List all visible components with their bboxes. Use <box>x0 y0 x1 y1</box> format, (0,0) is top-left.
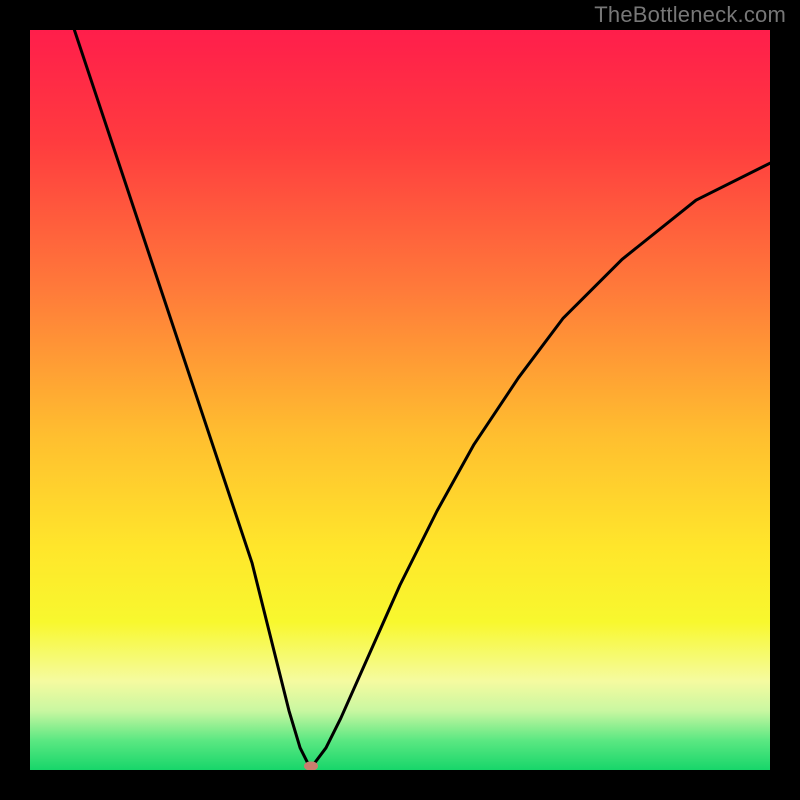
plot-area <box>30 30 770 770</box>
bottleneck-curve <box>30 30 770 770</box>
watermark-text: TheBottleneck.com <box>594 2 786 28</box>
chart-frame: TheBottleneck.com <box>0 0 800 800</box>
optimal-point-marker <box>304 762 318 770</box>
